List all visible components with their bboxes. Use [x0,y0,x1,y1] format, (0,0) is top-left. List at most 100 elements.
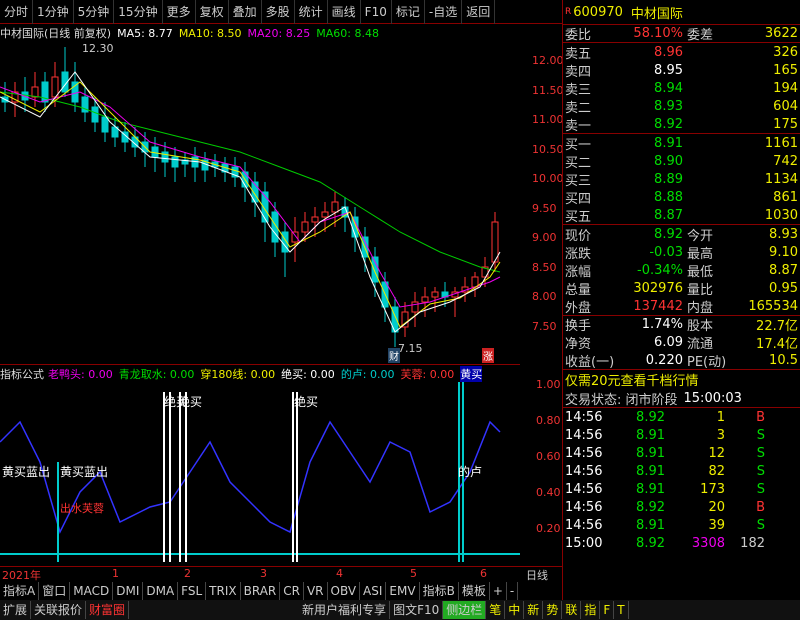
indicator-formula-label[interactable]: 指标公式 [0,366,44,382]
lyt-value: 老鸭头: 0.00 [48,367,113,381]
indicator-tab-6[interactable]: TRIX [206,582,241,600]
tick-row: 14:56 8.92 1 B [563,408,800,426]
tick-dir: S [756,481,765,497]
quote-value: -0.03 [649,244,683,260]
hl-value: 黄买 [460,365,483,382]
quote-value: -0.34% [637,262,683,278]
toolbar-btn-12[interactable]: -自选 [425,0,463,24]
status-row: 交易状态: 闭市阶段 15:00:03 [563,389,800,408]
quote-row: 现价 8.92 今开 8.93 [563,225,800,244]
price-tick: 8.00 [532,290,557,303]
book-price: 8.87 [654,207,683,223]
toolbar-btn-11[interactable]: 标记 [392,0,425,24]
bottom-tab-7[interactable]: 中 [505,601,525,619]
bottom-tab-6[interactable]: 笔 [486,601,506,619]
bottom-tab-4[interactable]: 图文F10 [390,601,444,619]
timeline-label: 6 [480,567,487,580]
toolbar-btn-9[interactable]: 画线 [328,0,361,24]
toolbar-btn-13[interactable]: 返回 [462,0,496,24]
tick-row: 14:56 8.92 20 B [563,498,800,516]
indicator-tab-12[interactable]: EMV [386,582,420,600]
indicator-tab-9[interactable]: VR [304,582,328,600]
indicator-tab-10[interactable]: OBV [328,582,361,600]
indicator-tab-4[interactable]: DMA [143,582,179,600]
candle-body [51,76,59,98]
bottom-tab-8[interactable]: 新 [524,601,544,619]
tick-price: 8.91 [636,427,665,443]
book-row: 买五 8.87 1030 [563,206,800,225]
weicha-label: 委差 [687,28,714,43]
price-tick: 9.00 [532,231,557,244]
bottom-tab-11[interactable]: 指 [581,601,601,619]
indicator-tab-13[interactable]: 指标B [420,582,459,600]
bottom-tab-2[interactable]: 财富圈 [86,601,130,619]
tick-volume: 39 [708,517,725,533]
tick-list: 14:56 8.92 1 B 14:56 8.91 3 S 14:56 8.91 12 S 14:56 8… [563,407,800,552]
indicator-tabs: 指标A 窗口 MACD DMI DMA FSL TRIX BRAR CR VR OBV ASI EMV 指… [0,582,562,600]
indicator-tab-15[interactable]: + [490,582,507,600]
stock-code: 600970 [573,4,623,20]
indicator-tab-0[interactable]: 指标A [0,582,40,600]
book-label: 卖五 [565,46,592,62]
ind-label-a: 黄买蓝出 [2,465,50,479]
indicator-tab-1[interactable]: 窗口 [39,582,71,600]
ind-label-g: 的卢 [458,464,482,479]
bottom-tab-0[interactable]: 扩展 [0,601,32,619]
toolbar-btn-4[interactable]: 更多 [163,0,196,24]
book-label: 卖二 [565,100,592,116]
indicator-chart[interactable]: 黄买蓝出 黄买蓝出 出水芙蓉 绝买 绝买 绝买 的卢 [0,382,520,566]
tick-row: 14:56 8.91 3 S [563,426,800,444]
toolbar-btn-6[interactable]: 叠加 [229,0,262,24]
indicator-tab-3[interactable]: DMI [113,582,144,600]
toolbar-btn-8[interactable]: 统计 [295,0,328,24]
indicator-tab-11[interactable]: ASI [360,582,387,600]
tick-dir: S [756,517,765,533]
bottom-tab-9[interactable]: 势 [543,601,563,619]
toolbar-btn-1[interactable]: 1分钟 [33,0,74,24]
kline-chart[interactable]: 12.30 7.15 [0,42,520,362]
indicator-title-bar: 指标公式 老鸭头: 0.00 青龙取水: 0.00 穿180线: 0.00 绝买… [0,364,520,382]
weicha-value: 3622 [764,26,798,41]
toolbar-btn-3[interactable]: 15分钟 [114,0,163,24]
quote-value2: 10.5 [769,352,798,368]
book-price: 8.90 [654,153,683,169]
book-row: 买四 8.88 861 [563,188,800,207]
indicator-tab-14[interactable]: 模板 [459,582,490,600]
price-tick: 10.00 [532,172,564,185]
candle-body [491,221,499,263]
toolbar-btn-7[interactable]: 多股 [262,0,295,24]
tick-volume: 3308 [691,535,725,551]
book-volume: 1161 [764,135,798,151]
indicator-tab-7[interactable]: BRAR [241,582,281,600]
tick-time: 14:56 [565,481,603,497]
toolbar-btn-10[interactable]: F10 [361,0,392,24]
book-row: 买一 8.91 1161 [563,134,800,153]
stock-name: 中材国际 [630,6,683,22]
book-row: 买三 8.89 1134 [563,170,800,189]
bottom-tab-13[interactable]: T [614,601,629,619]
bottom-tab-1[interactable]: 关联报价 [31,601,87,619]
toolbar-btn-2[interactable]: 5分钟 [74,0,115,24]
stock-header: R 600970 中材国际 [563,0,800,24]
bottom-tab-12[interactable]: F [600,601,615,619]
bottom-tab-5[interactable]: 侧边栏 [443,601,487,619]
indicator-tab-8[interactable]: CR [280,582,304,600]
indicator-tab-2[interactable]: MACD [70,582,114,600]
quote-label: 现价 [565,228,592,244]
quote-value: 137442 [633,298,683,314]
candle-body [331,201,339,213]
tick-time: 14:56 [565,427,603,443]
ma20-label: MA20: 8.25 [247,26,311,40]
indicator-tab-5[interactable]: FSL [178,582,207,600]
promo-text[interactable]: 仅需20元查看千档行情 [565,370,699,389]
toolbar-btn-0[interactable]: 分时 [0,0,34,24]
bottom-tab-10[interactable]: 联 [562,601,582,619]
quote-label: 涨跌 [565,246,592,262]
indicator-tab-16[interactable]: - [507,582,519,600]
promo-row[interactable]: 仅需20元查看千档行情 [563,369,800,389]
weibi-row: 委比 58.10% 委差 3622 [563,24,800,43]
tick-volume: 3 [716,427,725,443]
bottom-tab-3[interactable]: 新用户福利专享 [299,601,391,619]
quote-value: 8.92 [654,226,683,242]
toolbar-btn-5[interactable]: 复权 [196,0,229,24]
